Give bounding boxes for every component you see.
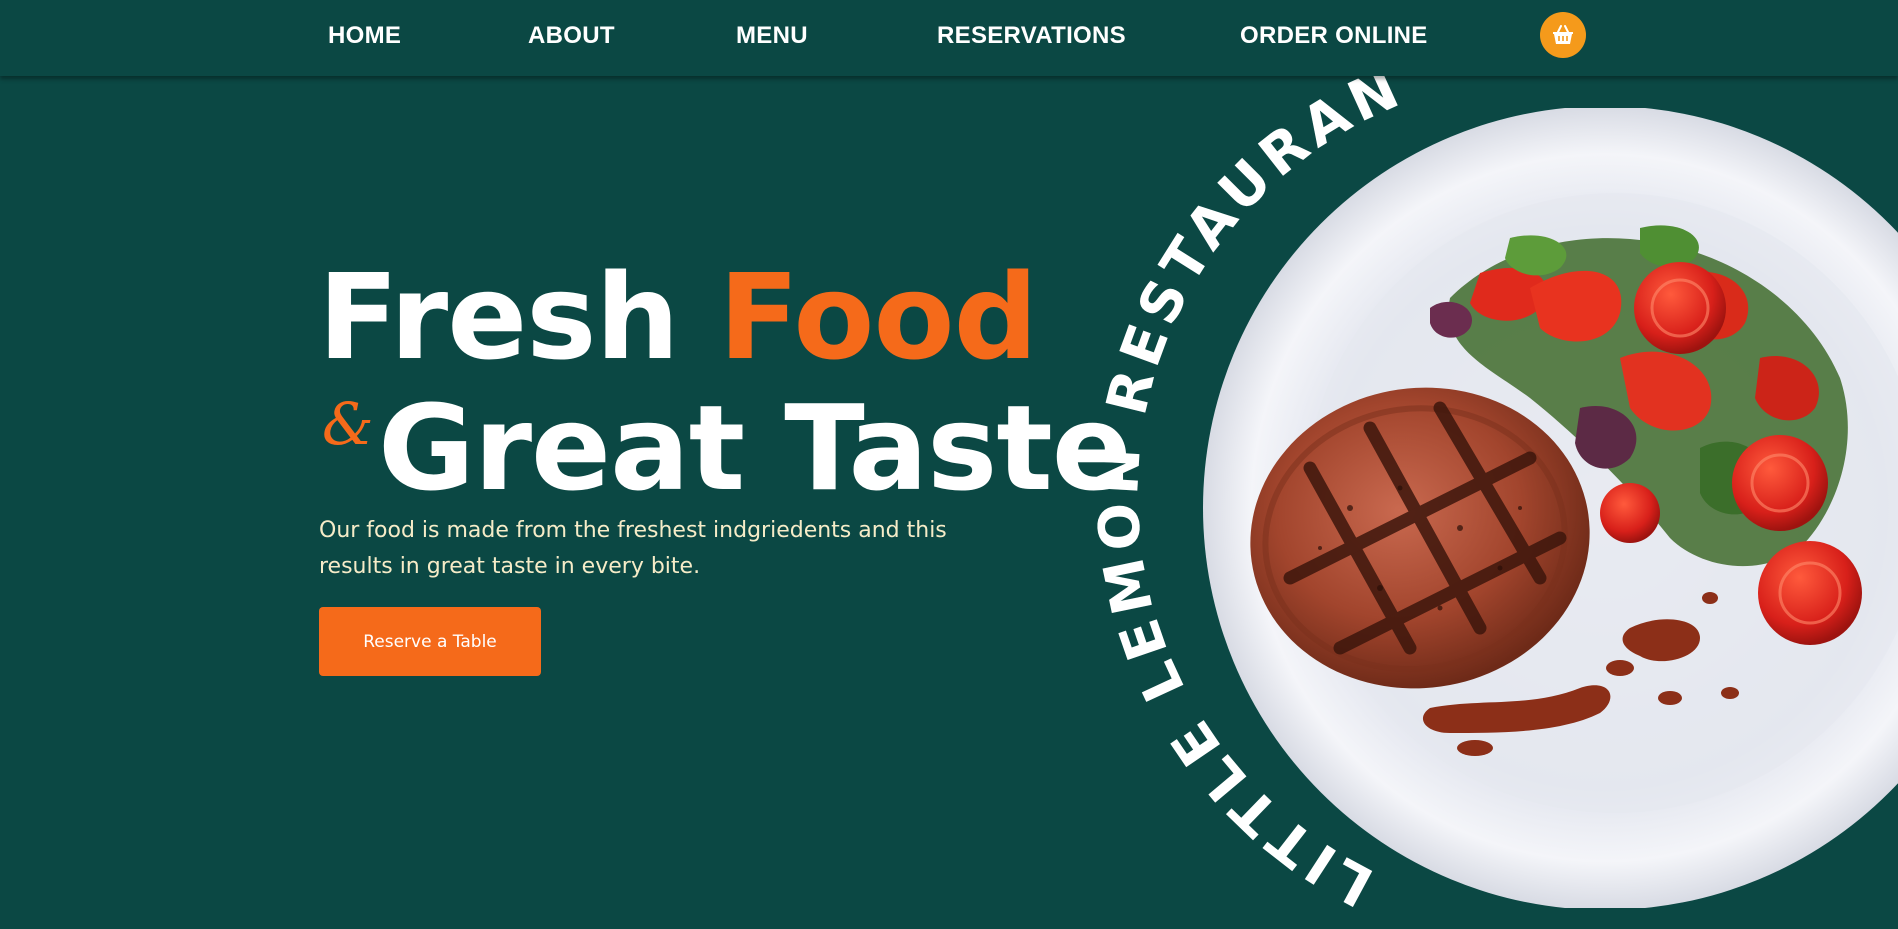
cart-button[interactable] <box>1540 12 1586 58</box>
ampersand-glyph: & <box>322 390 374 458</box>
page: HOME ABOUT MENU RESERVATIONS ORDER ONLIN… <box>0 0 1898 929</box>
top-navbar: HOME ABOUT MENU RESERVATIONS ORDER ONLIN… <box>0 0 1898 76</box>
basket-icon <box>1553 25 1573 44</box>
hero-description: Our food is made from the freshest indgr… <box>319 518 947 579</box>
hero-title: Fresh Food <box>318 252 1038 382</box>
hero-title-line2: Great Taste <box>378 379 1132 517</box>
nav-reservations-link[interactable]: RESERVATIONS <box>937 22 1126 50</box>
nav-about-link[interactable]: ABOUT <box>528 22 615 50</box>
hero-title-food: Food <box>718 248 1038 386</box>
hero-title-fresh: Fresh <box>318 248 719 386</box>
svg-text:LITTLE LEMON RESTAURANT: LITTLE LEMON RESTAURANT <box>1058 27 1414 918</box>
nav-menu-link[interactable]: MENU <box>736 22 808 50</box>
circle-brand-text: LITTLE LEMON RESTAURANT <box>1058 27 1408 918</box>
curved-brand-text: LITTLE LEMON RESTAURANT <box>1058 27 1408 918</box>
nav-order-online-link[interactable]: ORDER ONLINE <box>1240 22 1428 50</box>
reserve-table-button[interactable]: Reserve a Table <box>319 607 541 676</box>
nav-home-link[interactable]: HOME <box>328 22 401 50</box>
